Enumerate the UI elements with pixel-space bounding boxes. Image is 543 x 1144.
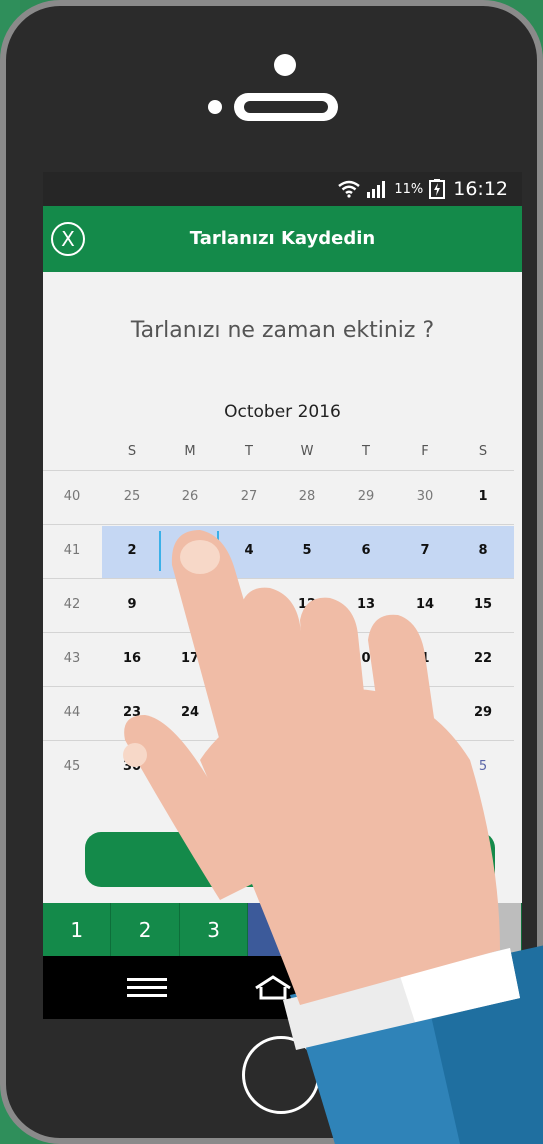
calendar-day[interactable]: 6 [346, 543, 386, 558]
calendar-day[interactable]: 3 [229, 651, 269, 666]
weekday-label: W [300, 444, 314, 459]
calendar-day[interactable]: 1 [405, 651, 445, 666]
step-tab[interactable]: 2 [111, 903, 180, 956]
calendar-day[interactable]: 15 [463, 597, 503, 612]
calendar-day[interactable]: 26 [170, 489, 210, 504]
menu-icon[interactable] [127, 978, 167, 998]
signal-icon [367, 181, 386, 198]
step-tab[interactable] [248, 903, 317, 956]
calendar-day[interactable]: 29 [346, 489, 386, 504]
calendar-day[interactable]: 5 [287, 543, 327, 558]
calendar-day[interactable]: 22 [463, 651, 503, 666]
selection-cursor [217, 531, 219, 571]
week-number: 41 [63, 543, 81, 558]
calendar-day[interactable]: 1 [170, 597, 210, 612]
calendar-week-row[interactable]: 44 23 24 29 [43, 686, 514, 739]
home-button[interactable] [242, 1036, 320, 1114]
calendar-day[interactable]: 7 [405, 543, 445, 558]
selection-cursor [159, 531, 161, 571]
calendar-month-title: October 2016 [224, 402, 341, 422]
calendar-day[interactable]: 27 [229, 489, 269, 504]
calendar-day[interactable]: 1 [229, 597, 269, 612]
calendar-day[interactable]: 30 [405, 489, 445, 504]
calendar-day[interactable]: 17 [170, 651, 210, 666]
calendar-day[interactable]: 28 [287, 489, 327, 504]
calendar-day[interactable]: 2 [112, 543, 152, 558]
weekday-label: M [184, 444, 196, 459]
battery-charging-icon [429, 179, 446, 199]
calendar-day[interactable]: 13 [346, 597, 386, 612]
status-bar: 11% 16:12 [43, 172, 522, 206]
page-title: Tarlanızı Kaydedin [189, 228, 376, 249]
calendar-week-row[interactable]: 45 30 5 [43, 740, 514, 793]
step-tab[interactable] [316, 903, 386, 956]
calendar-day[interactable]: 23 [112, 705, 152, 720]
step-tab[interactable]: 3 [179, 903, 249, 956]
question-text: Tarlanızı ne zaman ektiniz ? [130, 318, 435, 343]
week-number: 43 [63, 651, 81, 666]
step-tab[interactable]: 1 [43, 903, 112, 956]
week-number: 44 [63, 705, 81, 720]
calendar-day[interactable]: 9 [112, 597, 152, 612]
calendar-day[interactable]: 1 [463, 489, 503, 504]
calendar-day[interactable]: 24 [170, 705, 210, 720]
wifi-icon [338, 180, 361, 198]
calendar-day[interactable]: 29 [463, 705, 503, 720]
calendar-day[interactable]: 16 [112, 651, 152, 666]
sensor-dot [208, 100, 222, 114]
battery-percent: 11% [394, 181, 424, 197]
earpiece-speaker [234, 93, 338, 121]
calendar-day[interactable]: 0 [346, 651, 386, 666]
app-bar: Tarlanızı Kaydedin X [43, 206, 522, 272]
navigation-bar [43, 956, 522, 1019]
calendar-week-row[interactable]: 41 2 4 5 6 7 8 [43, 524, 514, 578]
weekday-label: T [362, 444, 370, 459]
calendar-day[interactable]: 5 [463, 759, 503, 774]
weekday-label: T [245, 444, 253, 459]
phone-screen: 11% 16:12 Tarlanızı Kaydedin X Tarlanızı… [43, 172, 522, 1019]
weekday-label: S [127, 444, 137, 459]
home-icon[interactable] [253, 974, 293, 1002]
phone-frame: 11% 16:12 Tarlanızı Kaydedin X Tarlanızı… [0, 0, 543, 1144]
week-number: 40 [63, 489, 81, 504]
close-button[interactable]: X [51, 222, 85, 256]
calendar-day[interactable]: 4 [229, 543, 269, 558]
clock: 16:12 [453, 178, 508, 200]
step-tab[interactable]: 7 [453, 903, 522, 956]
weekday-label: S [478, 444, 488, 459]
week-number: 42 [63, 597, 81, 612]
week-number: 45 [63, 759, 81, 774]
calendar-week-row[interactable]: 43 16 17 3 9 0 1 22 [43, 632, 514, 685]
calendar-day[interactable]: 30 [112, 759, 152, 774]
calendar-week-row[interactable]: 40 25 26 27 28 29 30 1 [43, 470, 514, 523]
step-indicator: 123 7 [43, 903, 522, 956]
calendar-day[interactable]: 9 [287, 651, 327, 666]
calendar-day[interactable]: 12 [287, 597, 327, 612]
step-tab[interactable] [385, 903, 454, 956]
calendar-day[interactable]: 25 [112, 489, 152, 504]
save-button[interactable] [85, 832, 495, 887]
calendar-day[interactable]: 14 [405, 597, 445, 612]
calendar-day[interactable]: 8 [463, 543, 503, 558]
weekday-label: F [421, 444, 429, 459]
calendar-week-row[interactable]: 42 9 1 1 12 13 14 15 [43, 578, 514, 631]
camera-dot [274, 54, 296, 76]
